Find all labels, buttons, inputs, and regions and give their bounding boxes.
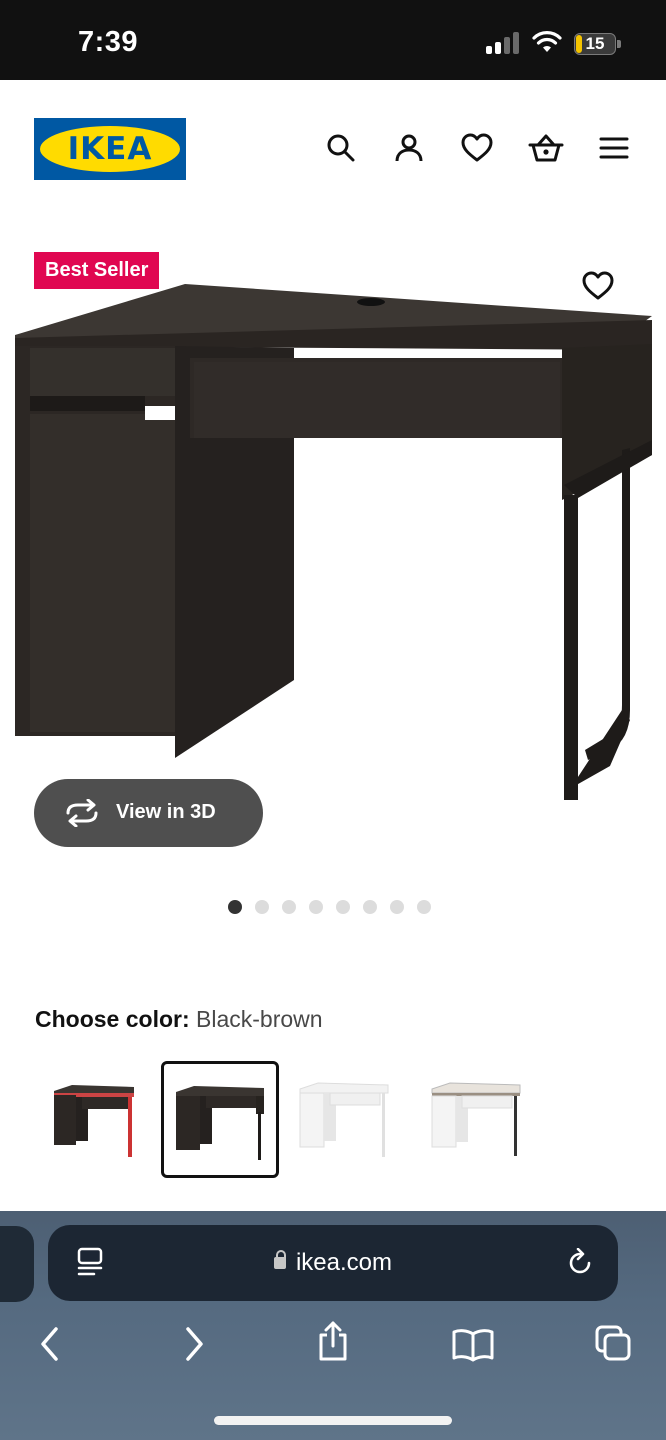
browser-toolbar: ikea.com	[0, 1211, 666, 1440]
account-icon[interactable]	[389, 128, 429, 168]
search-icon[interactable]	[321, 128, 361, 168]
ikea-logo[interactable]: IKEA	[34, 118, 186, 180]
pagination-dot[interactable]	[363, 900, 377, 914]
basket-icon[interactable]	[526, 128, 566, 168]
product-image[interactable]	[10, 280, 656, 820]
view-in-3d-button[interactable]: View in 3D	[34, 779, 263, 847]
back-icon[interactable]	[28, 1322, 72, 1366]
pagination-dot[interactable]	[282, 900, 296, 914]
product-gallery[interactable]: Best Seller View in 3D	[0, 220, 666, 960]
best-seller-badge: Best Seller	[34, 252, 160, 289]
status-time: 7:39	[78, 26, 139, 58]
status-bar: 7:39 15	[0, 0, 666, 80]
color-chooser-label: Choose color: Black-brown	[35, 1006, 323, 1033]
wifi-icon	[532, 30, 562, 54]
color-swatch-white[interactable]	[288, 1061, 406, 1178]
color-swatch-white-anthracite[interactable]	[420, 1061, 538, 1178]
pagination-dot[interactable]	[309, 900, 323, 914]
share-icon[interactable]	[311, 1319, 355, 1363]
bookmarks-icon[interactable]	[451, 1322, 495, 1366]
pagination-dot[interactable]	[417, 900, 431, 914]
pagination-dot[interactable]	[390, 900, 404, 914]
cellular-signal-icon	[486, 32, 522, 54]
rotate-3d-icon	[66, 799, 98, 827]
battery-level: 15	[585, 34, 605, 53]
color-swatch-black-brown-red[interactable]	[42, 1061, 160, 1178]
lock-icon	[273, 1250, 286, 1269]
url-domain: ikea.com	[295, 1249, 393, 1276]
pagination-dot[interactable]	[228, 900, 242, 914]
forward-icon[interactable]	[172, 1322, 216, 1366]
choose-color-key: Choose color:	[35, 1006, 190, 1032]
battery-tip	[617, 40, 621, 48]
logo-text: IKEA	[67, 131, 153, 167]
menu-icon[interactable]	[594, 128, 634, 168]
selected-color-value: Black-brown	[196, 1006, 323, 1032]
address-bar[interactable]: ikea.com	[48, 1225, 618, 1301]
url-text[interactable]: ikea.com	[48, 1249, 618, 1277]
pagination-dot[interactable]	[336, 900, 350, 914]
previous-tab-preview[interactable]	[0, 1226, 34, 1302]
pagination-dot[interactable]	[255, 900, 269, 914]
color-swatch-black-brown[interactable]	[161, 1061, 279, 1178]
view-in-3d-label: View in 3D	[116, 801, 216, 823]
battery-icon: 15	[574, 33, 616, 55]
home-indicator[interactable]	[214, 1416, 452, 1425]
tabs-icon[interactable]	[591, 1321, 635, 1365]
site-header: IKEA	[0, 80, 666, 220]
reload-icon[interactable]	[558, 1241, 602, 1285]
gallery-pagination	[228, 900, 431, 916]
favorite-heart-icon[interactable]	[576, 266, 618, 306]
heart-icon[interactable]	[457, 128, 497, 168]
